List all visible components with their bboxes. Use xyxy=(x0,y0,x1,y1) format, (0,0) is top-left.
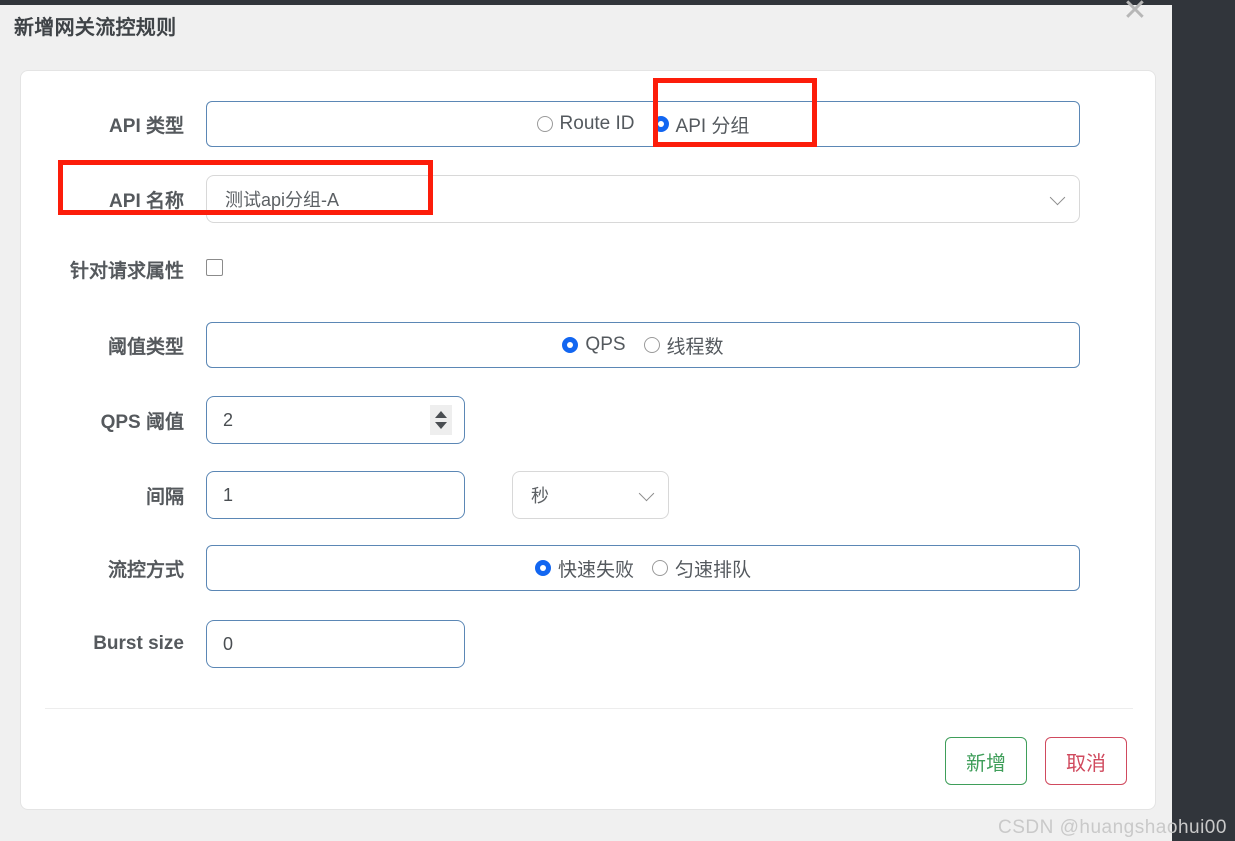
interval-value: 1 xyxy=(223,484,234,505)
radio-label-qps: QPS xyxy=(585,334,626,355)
field-interval: 1 秒 xyxy=(206,471,1155,519)
qps-threshold-value: 2 xyxy=(223,409,234,430)
form-card: API 类型 Route ID API 分组 API 名称 测试api分组-A … xyxy=(20,70,1156,810)
flow-control-radio-group[interactable]: 快速失败 匀速排队 xyxy=(206,545,1080,591)
radio-label-route-id: Route ID xyxy=(559,113,635,134)
field-api-name: 测试api分组-A xyxy=(206,175,1155,223)
stepper-up-icon[interactable] xyxy=(435,411,447,418)
radio-option-steady-queue[interactable]: 匀速排队 xyxy=(652,555,751,582)
api-type-radio-group[interactable]: Route ID API 分组 xyxy=(206,101,1080,147)
burst-size-value: 0 xyxy=(223,633,234,654)
qps-threshold-stepper[interactable] xyxy=(430,405,452,435)
radio-icon-steady-queue xyxy=(652,560,668,576)
field-threshold-type: QPS 线程数 xyxy=(206,322,1155,368)
close-icon[interactable]: ✕ xyxy=(1120,0,1150,26)
label-interval: 间隔 xyxy=(145,486,184,508)
interval-unit-select[interactable]: 秒 xyxy=(512,471,669,519)
cancel-button[interactable]: 取消 xyxy=(1045,737,1127,785)
radio-label-api-group: API 分组 xyxy=(675,115,750,137)
dialog-page: ✕ 新增网关流控规则 API 类型 Route ID API 分组 API 名称… xyxy=(0,0,1226,841)
label-burst-size: Burst size xyxy=(93,633,184,654)
stepper-down-icon[interactable] xyxy=(435,422,447,429)
radio-label-fast-fail: 快速失败 xyxy=(557,559,634,581)
radio-icon-route-id xyxy=(536,116,553,132)
row-burst-size: Burst size 0 xyxy=(21,620,1155,668)
radio-option-thread-count[interactable]: 线程数 xyxy=(643,332,724,359)
radio-icon-api-group xyxy=(652,116,669,132)
radio-option-api-group[interactable]: API 分组 xyxy=(652,111,750,138)
field-flow-control: 快速失败 匀速排队 xyxy=(206,545,1155,591)
radio-option-route-id[interactable]: Route ID xyxy=(536,113,635,135)
row-threshold-type: 阈值类型 QPS 线程数 xyxy=(21,322,1155,368)
screen: ✕ 新增网关流控规则 API 类型 Route ID API 分组 API 名称… xyxy=(0,0,1235,841)
label-api-type: API 类型 xyxy=(109,115,184,137)
label-threshold-type: 阈值类型 xyxy=(107,336,184,358)
request-attribute-checkbox[interactable] xyxy=(206,258,223,276)
dialog-actions: 新增 取消 xyxy=(945,737,1127,785)
radio-icon-thread-count xyxy=(643,337,660,353)
interval-input[interactable]: 1 xyxy=(206,471,465,519)
radio-label-thread-count: 线程数 xyxy=(666,336,724,358)
label-api-name: API 名称 xyxy=(109,190,184,212)
field-request-attribute xyxy=(206,258,1155,281)
chevron-down-icon xyxy=(638,485,655,502)
row-interval: 间隔 1 秒 xyxy=(21,471,1155,519)
submit-button[interactable]: 新增 xyxy=(945,737,1027,785)
row-api-name: API 名称 测试api分组-A xyxy=(21,175,1155,223)
radio-icon-fast-fail xyxy=(534,560,551,576)
label-qps-threshold: QPS 阈值 xyxy=(100,411,184,433)
field-burst-size: 0 xyxy=(206,620,1155,668)
api-name-value: 测试api分组-A xyxy=(225,190,340,210)
qps-threshold-input[interactable]: 2 xyxy=(206,396,465,444)
chevron-down-icon xyxy=(1049,189,1066,206)
threshold-type-radio-group[interactable]: QPS 线程数 xyxy=(206,322,1080,368)
radio-icon-qps xyxy=(562,337,579,353)
field-qps-threshold: 2 xyxy=(206,396,1155,444)
radio-option-qps[interactable]: QPS xyxy=(562,334,626,356)
row-request-attribute: 针对请求属性 xyxy=(21,256,1155,283)
radio-option-fast-fail[interactable]: 快速失败 xyxy=(534,555,634,582)
row-flow-control: 流控方式 快速失败 匀速排队 xyxy=(21,545,1155,591)
field-api-type: Route ID API 分组 xyxy=(206,101,1155,147)
api-name-select[interactable]: 测试api分组-A xyxy=(206,175,1080,223)
footer-divider xyxy=(45,708,1133,709)
row-qps-threshold: QPS 阈值 2 xyxy=(21,396,1155,444)
page-title: 新增网关流控规则 xyxy=(14,17,177,39)
row-api-type: API 类型 Route ID API 分组 xyxy=(21,101,1155,147)
interval-unit-value: 秒 xyxy=(531,486,549,506)
radio-label-steady-queue: 匀速排队 xyxy=(675,559,752,581)
burst-size-input[interactable]: 0 xyxy=(206,620,465,668)
label-request-attribute: 针对请求属性 xyxy=(69,261,184,282)
watermark: CSDN @huangshaohui00 xyxy=(998,817,1227,838)
label-flow-control: 流控方式 xyxy=(107,559,184,581)
